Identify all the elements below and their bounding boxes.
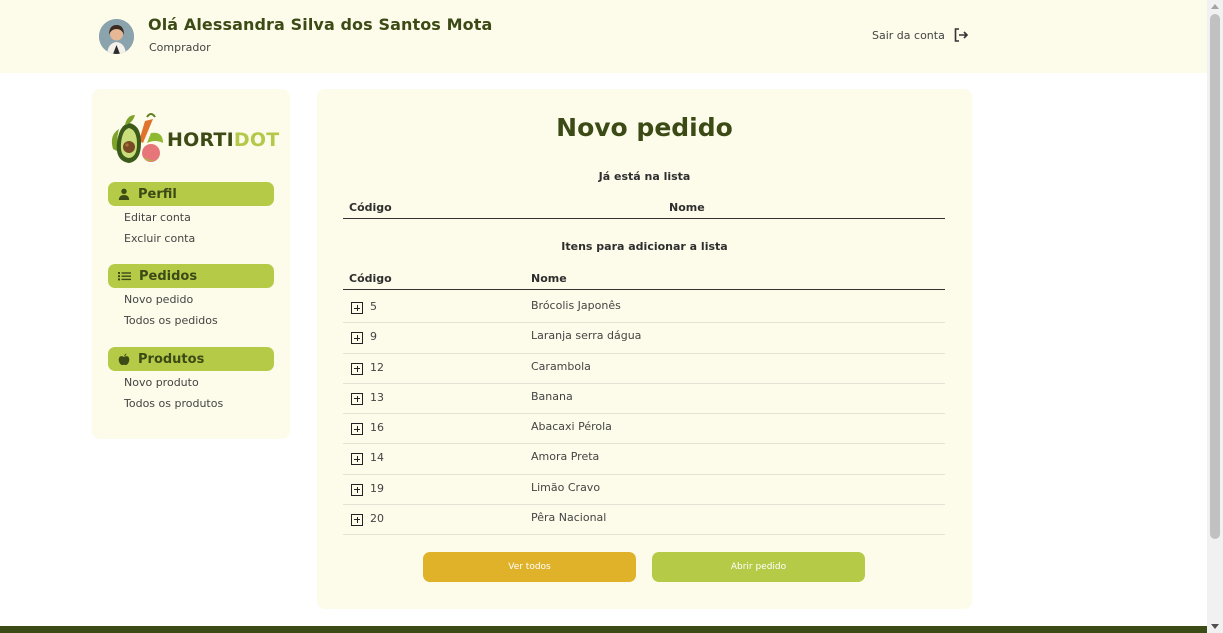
logout-label: Sair da conta	[872, 28, 945, 42]
apple-icon	[118, 353, 130, 365]
item-code: 12	[370, 360, 384, 374]
table-row: 19 Limão Cravo	[343, 475, 945, 505]
user-avatar[interactable]	[99, 19, 134, 54]
table-row: 16 Abacaxi Pérola	[343, 414, 945, 445]
column-header-code: Código	[349, 201, 392, 214]
to-add-title: Itens para adicionar a lista	[561, 240, 728, 253]
to-add-table-body: 5 Brócolis Japonês 9 Laranja serra dágua…	[343, 293, 945, 535]
table-row: 13 Banana	[343, 384, 945, 414]
avatar-icon	[99, 19, 134, 54]
menu-head-pedidos[interactable]: Pedidos	[108, 264, 274, 288]
vegetables-logo-icon	[111, 113, 163, 163]
scroll-up-arrow-icon[interactable]	[1211, 4, 1219, 9]
menu-head-produtos[interactable]: Produtos	[108, 347, 274, 371]
item-code: 16	[370, 421, 384, 434]
in-list-title: Já está na lista	[598, 170, 691, 183]
sidebar: HORTIDOT Perfil Editar conta Excluir con…	[92, 89, 290, 439]
list-icon	[118, 272, 131, 281]
column-header-name: Nome	[531, 272, 567, 285]
menu-group-pedidos: Pedidos Novo pedido Todos os pedidos	[108, 264, 274, 331]
new-order-panel: Novo pedido Já está na lista Código Nome…	[317, 89, 972, 609]
top-header: Olá Alessandra Silva dos Santos Mota Com…	[0, 0, 1207, 73]
scroll-down-arrow-icon[interactable]	[1211, 624, 1219, 629]
to-add-table-header: Código Nome	[343, 266, 945, 290]
table-row: 12 Carambola	[343, 354, 945, 384]
menu-head-label: Produtos	[138, 351, 205, 367]
add-item-icon[interactable]	[351, 332, 363, 345]
item-name: Banana	[531, 389, 573, 403]
menu-head-label: Pedidos	[139, 268, 198, 284]
item-code: 9	[370, 330, 377, 344]
menu-item-editar-conta[interactable]: Editar conta	[108, 207, 274, 228]
view-all-button[interactable]: Ver todos	[423, 552, 636, 582]
item-code: 5	[370, 300, 377, 313]
brand-name-part1: HORTI	[167, 129, 234, 151]
user-role: Comprador	[149, 41, 211, 54]
footer-bar	[0, 626, 1207, 633]
item-name: Carambola	[531, 359, 591, 373]
item-name: Limão Cravo	[531, 480, 601, 494]
menu-head-label: Perfil	[138, 186, 177, 202]
menu-head-perfil[interactable]: Perfil	[108, 182, 274, 206]
table-row: 5 Brócolis Japonês	[343, 293, 945, 324]
table-row: 20 Pêra Nacional	[343, 505, 945, 535]
menu-item-novo-produto[interactable]: Novo produto	[108, 372, 274, 393]
item-code: 14	[370, 451, 384, 465]
add-item-icon[interactable]	[351, 483, 363, 496]
brand-logo[interactable]: HORTIDOT	[107, 113, 279, 167]
item-name: Amora Preta	[531, 450, 600, 464]
column-header-code: Código	[349, 272, 392, 285]
item-name: Brócolis Japonês	[531, 299, 621, 312]
item-code: 20	[370, 511, 384, 525]
menu-group-produtos: Produtos Novo produto Todos os produtos	[108, 347, 274, 414]
item-name: Pêra Nacional	[531, 510, 607, 524]
table-row: 14 Amora Preta	[343, 444, 945, 475]
add-item-icon[interactable]	[351, 423, 363, 435]
logout-icon	[954, 28, 968, 42]
greeting-text: Olá Alessandra Silva dos Santos Mota	[148, 15, 493, 34]
in-list-table-header: Código Nome	[343, 195, 945, 219]
brand-name-part2: DOT	[233, 129, 280, 151]
add-item-icon[interactable]	[351, 302, 363, 314]
add-item-icon[interactable]	[351, 362, 363, 375]
item-code: 19	[370, 481, 384, 495]
column-header-name: Nome	[669, 201, 705, 214]
vertical-scrollbar[interactable]	[1207, 0, 1223, 633]
item-name: Abacaxi Pérola	[531, 420, 612, 433]
open-order-button[interactable]: Abrir pedido	[652, 552, 865, 582]
add-item-icon[interactable]	[351, 453, 363, 466]
menu-group-perfil: Perfil Editar conta Excluir conta	[108, 182, 274, 249]
menu-item-todos-os-produtos[interactable]: Todos os produtos	[108, 393, 274, 414]
menu-item-novo-pedido[interactable]: Novo pedido	[108, 289, 274, 310]
table-row: 9 Laranja serra dágua	[343, 323, 945, 354]
person-icon	[118, 188, 130, 200]
add-item-icon[interactable]	[351, 392, 363, 405]
logout-link[interactable]: Sair da conta	[872, 27, 969, 43]
menu-item-excluir-conta[interactable]: Excluir conta	[108, 228, 274, 249]
menu-item-todos-os-pedidos[interactable]: Todos os pedidos	[108, 310, 274, 331]
item-name: Laranja serra dágua	[531, 329, 642, 343]
add-item-icon[interactable]	[351, 513, 363, 526]
page-title: Novo pedido	[556, 113, 733, 142]
item-code: 13	[370, 390, 384, 404]
scroll-thumb[interactable]	[1210, 14, 1220, 539]
